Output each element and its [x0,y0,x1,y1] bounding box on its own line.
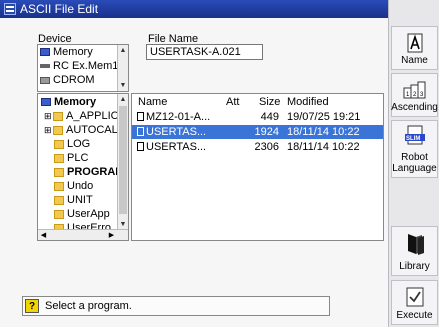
file-row-selected[interactable]: USERTAS... 1924 18/11/14 10:22 [132,125,383,139]
library-button[interactable]: Library [391,226,438,276]
robot-language-icon: SLIM [404,125,425,145]
tree-item-label: UNIT [67,194,93,206]
device-item-rc-ex-mem1[interactable]: RC Ex.Mem1 [38,59,128,73]
tree-item-memory[interactable]: Memory [41,95,96,109]
file-name-cell: USERTAS... [137,125,206,139]
memory-icon [41,98,51,106]
tree-item-label: PLC [67,152,89,164]
tree-item-userapp[interactable]: UserApp [54,207,110,221]
file-row[interactable]: USERTAS... 2306 18/11/14 10:22 [132,140,383,154]
scroll-up-arrow-icon[interactable]: ▲ [118,45,128,56]
file-row[interactable]: MZ12-01-A... 449 19/07/25 19:21 [132,110,383,124]
tree-item-label: PROGRAM [67,166,125,178]
scroll-right-arrow-icon[interactable]: ▶ [106,230,117,240]
tree-item-label: A_APPLIC [66,110,119,122]
memory-card-icon [40,64,50,68]
folder-icon [53,111,63,121]
sort-name-icon [407,33,422,53]
sort-ascending-label: Ascending [391,102,438,113]
tree-item-label: AUTOCAL [66,124,118,136]
tree-item-program[interactable]: PROGRAM [54,165,124,179]
file-modified-cell: 19/07/25 19:21 [287,111,361,123]
file-icon [137,112,144,121]
tree-item-autocal[interactable]: ⊞ AUTOCAL [44,123,118,137]
file-name-cell: USERTAS... [137,140,206,154]
execute-icon [406,287,423,307]
file-modified-cell: 18/11/14 10:22 [287,141,360,153]
status-message: Select a program. [45,300,132,312]
question-icon: ? [25,299,39,313]
file-modified-cell: 18/11/14 10:22 [287,126,360,138]
tree-item-unit[interactable]: UNIT [54,193,93,207]
file-name-text: USERTAS... [146,141,207,153]
folder-icon [53,125,63,135]
sort-ascending-button[interactable]: 1 2 3 Ascending [391,73,438,117]
robot-language-label: Robot Language [392,152,437,174]
sort-ascending-icon: 1 2 3 [403,81,425,99]
tree-item-log[interactable]: LOG [54,137,90,151]
device-item-label: CDROM [53,74,95,86]
expand-icon[interactable]: ⊞ [44,111,53,122]
sort-by-name-button[interactable]: Name [391,26,438,70]
expand-icon[interactable]: ⊞ [44,125,53,136]
execute-label: Execute [396,310,433,321]
scroll-thumb[interactable] [119,106,127,214]
column-header-name[interactable]: Name [138,95,167,109]
file-name-text: USERTAS... [146,126,207,138]
tree-hscrollbar[interactable]: ◀ ▶ [38,229,128,240]
window-title: ASCII File Edit [20,2,99,16]
svg-text:SLIM: SLIM [406,136,420,142]
file-size-cell: 2306 [254,141,279,153]
folder-icon [54,195,64,205]
file-size-cell: 449 [260,111,279,123]
scroll-left-arrow-icon[interactable]: ◀ [38,230,49,240]
tree-item-plc[interactable]: PLC [54,151,88,165]
folder-icon [54,153,64,163]
tree-item-a-applic[interactable]: ⊞ A_APPLIC [44,109,119,123]
tree-item-label: UserApp [67,208,110,220]
folder-tree[interactable]: Memory ⊞ A_APPLIC ⊞ AUTOCAL LOG PLC PROG… [37,93,129,241]
folder-icon [54,167,64,177]
folder-icon [54,181,64,191]
device-item-cdrom[interactable]: CDROM [38,73,128,87]
device-item-label: Memory [53,46,93,58]
file-name-field[interactable]: USERTASK-A.021 [146,44,263,60]
status-bar: ? Select a program. [22,296,330,316]
device-item-label: RC Ex.Mem1 [53,60,119,72]
tree-vscrollbar[interactable]: ▲ ▼ [117,94,128,230]
column-header-att[interactable]: Att [226,95,239,109]
column-header-size[interactable]: Size [259,95,280,109]
device-list-scrollbar[interactable]: ▲ ▼ [117,45,128,91]
file-size-cell: 1924 [254,126,279,138]
memory-icon [40,48,50,56]
library-book-icon [407,234,424,255]
execute-button[interactable]: Execute [391,280,438,325]
tree-item-label: Undo [67,180,94,192]
folder-icon [54,139,64,149]
sort-name-label: Name [401,55,428,66]
file-icon [137,127,144,136]
scroll-down-arrow-icon[interactable]: ▼ [118,80,128,91]
device-item-memory[interactable]: Memory [38,45,128,59]
library-label: Library [399,261,430,272]
folder-icon [54,209,64,219]
file-name-text: MZ12-01-A... [146,111,211,123]
file-list[interactable]: Name Att Size Modified MZ12-01-A... 449 … [131,93,384,241]
cdrom-icon [40,76,50,84]
tree-item-undo[interactable]: Undo [54,179,93,193]
tree-item-label: LOG [67,138,91,150]
title-bar: ASCII File Edit [0,0,388,18]
file-icon [137,142,144,151]
column-header-modified[interactable]: Modified [287,95,329,109]
right-sidebar: Name 1 2 3 Ascending SLIM Robot Language… [388,0,439,327]
window-menu-icon[interactable] [4,3,16,15]
scroll-up-arrow-icon[interactable]: ▲ [118,94,128,105]
file-name-cell: MZ12-01-A... [137,110,210,124]
robot-language-button[interactable]: SLIM Robot Language [391,120,438,178]
file-list-header: Name Att Size Modified [132,95,383,109]
device-list[interactable]: Memory RC Ex.Mem1 CDROM ▲ ▼ [37,44,129,92]
tree-item-label: Memory [54,96,97,108]
